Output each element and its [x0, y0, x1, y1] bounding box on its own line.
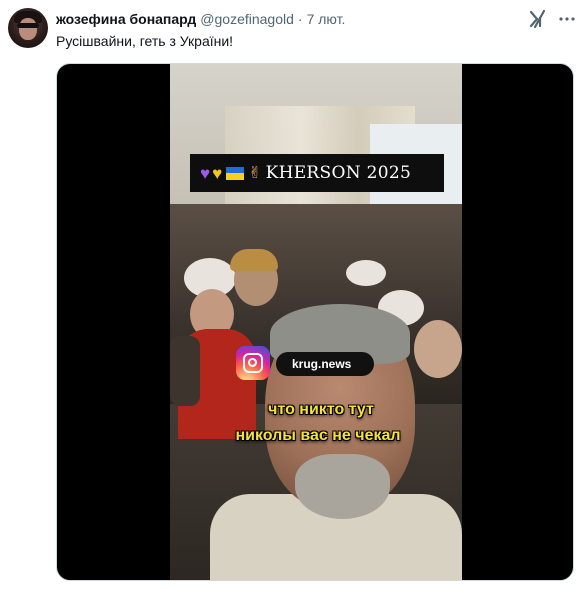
avatar-face — [19, 18, 37, 40]
separator-dot: · — [297, 11, 303, 27]
crowd-person — [230, 249, 278, 271]
avatar-glasses — [17, 23, 39, 28]
grok-button[interactable] — [526, 8, 550, 30]
crowd-person — [346, 260, 386, 286]
more-button[interactable] — [556, 8, 578, 30]
tweet-timestamp[interactable]: 7 лют. — [307, 11, 346, 27]
victory-hand-icon: ✌ — [248, 165, 262, 182]
video-frame[interactable]: ♥ ♥ ✌ KHERSON 2025 krug.news что никто т… — [170, 64, 462, 580]
tweet-text: Русішвайни, геть з України! — [56, 33, 234, 49]
more-icon — [559, 17, 575, 21]
video-player[interactable]: ♥ ♥ ✌ KHERSON 2025 krug.news что никто т… — [56, 63, 574, 581]
grok-icon — [529, 9, 546, 29]
tweet-header: жозефина бонапард @gozefinagold · 7 лют. — [56, 10, 345, 28]
tweet-card[interactable]: жозефина бонапард @gozefinagold · 7 лют.… — [0, 0, 586, 589]
man-beard — [295, 454, 390, 519]
instagram-icon — [236, 346, 270, 380]
instagram-handle-label: krug.news — [276, 352, 374, 376]
purple-heart-icon: ♥ — [200, 163, 211, 183]
location-banner: ♥ ♥ ✌ KHERSON 2025 — [190, 154, 444, 192]
subtitle-line-2: николы вас не чекал — [235, 427, 401, 444]
banner-text: KHERSON 2025 — [265, 163, 412, 183]
user-handle[interactable]: @gozefinagold — [200, 11, 294, 27]
subtitle-line-1: что никто тут — [268, 401, 374, 418]
yellow-heart-icon: ♥ — [212, 163, 223, 183]
crowd-person — [170, 336, 200, 406]
ukraine-flag-icon — [226, 166, 245, 180]
crowd-person — [414, 320, 462, 378]
display-name[interactable]: жозефина бонапард — [56, 11, 196, 27]
avatar[interactable] — [8, 8, 48, 48]
